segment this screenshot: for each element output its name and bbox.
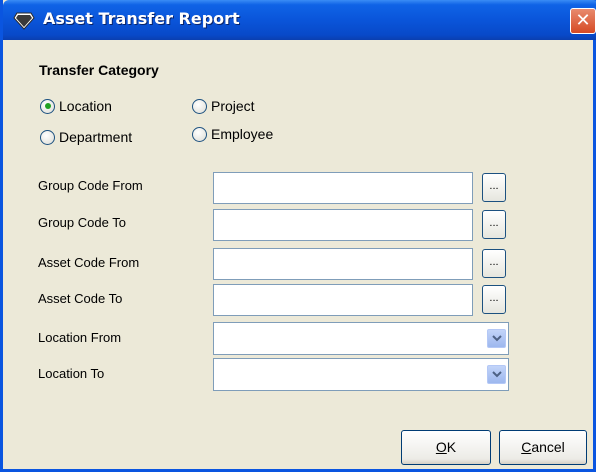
radio-button[interactable] (40, 129, 55, 145)
group-code-from-label: Group Code From (38, 178, 143, 193)
asset-code-to-label: Asset Code To (38, 291, 123, 306)
asset-code-from-label: Asset Code From (38, 255, 140, 270)
chevron-down-icon[interactable] (487, 329, 506, 348)
gem-icon (13, 12, 35, 30)
radio-department[interactable]: Department (40, 126, 132, 148)
location-to-dropdown[interactable] (213, 358, 509, 391)
ok-label-rest: K (446, 439, 457, 455)
location-from-label: Location From (38, 330, 122, 345)
cancel-mnemonic: C (521, 439, 532, 455)
asset-code-from-browse-button[interactable]: ... (482, 249, 506, 278)
radio-button[interactable] (192, 98, 207, 114)
group-code-to-label: Group Code To (38, 215, 126, 230)
group-code-to-input[interactable] (213, 209, 473, 241)
radio-button[interactable] (192, 126, 207, 142)
title-bar[interactable]: Asset Transfer Report ✕ (3, 0, 596, 40)
chevron-down-icon[interactable] (487, 365, 506, 384)
asset-code-to-input[interactable] (213, 284, 473, 316)
ok-button[interactable]: OK (401, 430, 491, 465)
radio-label-department: Department (59, 129, 133, 145)
cancel-label-rest: ancel (531, 439, 565, 455)
group-code-from-browse-button[interactable]: ... (482, 173, 506, 202)
radio-label-location: Location (59, 98, 112, 114)
radio-label-project: Project (211, 98, 255, 114)
asset-code-to-browse-button[interactable]: ... (482, 285, 506, 314)
window-title: Asset Transfer Report (43, 9, 240, 28)
ok-mnemonic: O (435, 439, 447, 455)
close-button[interactable]: ✕ (570, 8, 596, 34)
radio-location[interactable]: Location (40, 95, 112, 117)
radio-project[interactable]: Project (192, 95, 255, 117)
close-icon: ✕ (575, 10, 591, 31)
asset-transfer-report-dialog: Asset Transfer Report ✕ Transfer Categor… (0, 0, 596, 472)
radio-label-employee: Employee (211, 126, 274, 142)
location-to-label: Location To (38, 366, 105, 381)
group-code-to-browse-button[interactable]: ... (482, 210, 506, 239)
radio-button-checked[interactable] (40, 98, 55, 114)
cancel-button[interactable]: Cancel (499, 430, 587, 465)
location-from-dropdown[interactable] (213, 322, 509, 355)
asset-code-from-input[interactable] (213, 248, 473, 280)
radio-employee[interactable]: Employee (192, 123, 273, 145)
group-code-from-input[interactable] (213, 172, 473, 204)
transfer-category-heading: Transfer Category (39, 62, 159, 78)
